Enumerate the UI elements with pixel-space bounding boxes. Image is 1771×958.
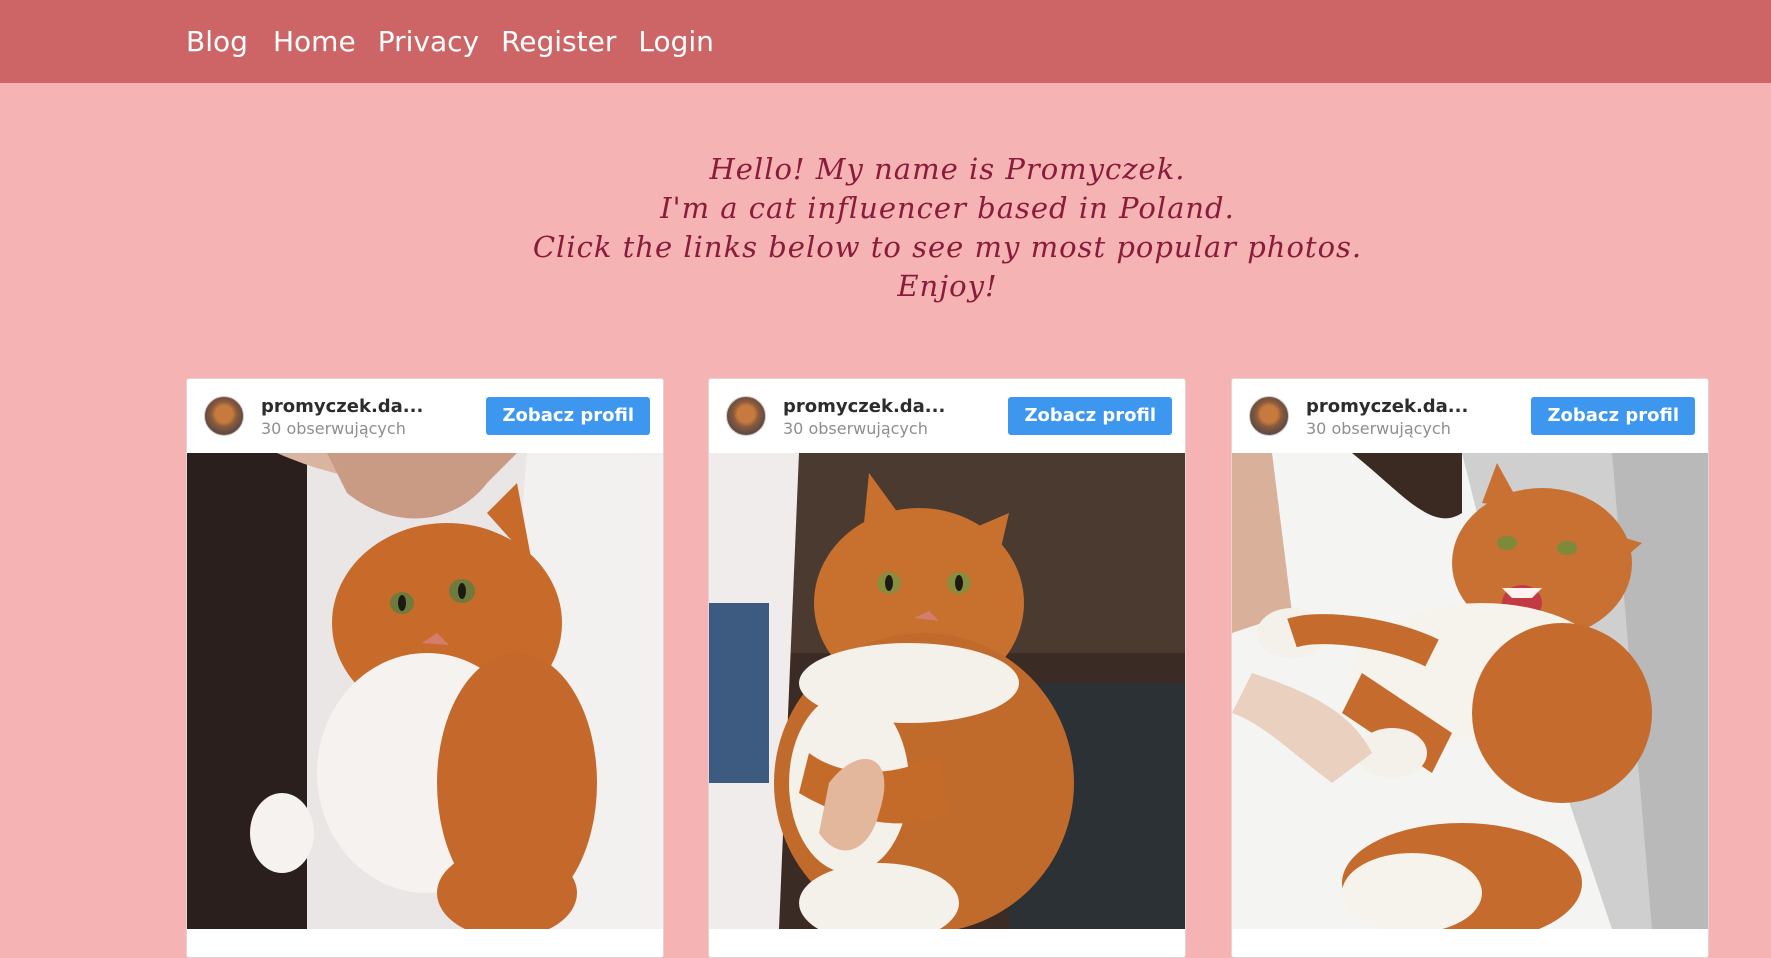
instagram-post-card-3: promyczek.da... 30 obserwujących Zobacz … <box>1231 378 1709 958</box>
follower-count: 30 obserwujących <box>261 419 406 438</box>
intro-line-3: Click the links below to see my most pop… <box>532 230 1363 264</box>
intro-line-1: Hello! My name is Promyczek. <box>709 152 1186 186</box>
nav-link-privacy[interactable]: Privacy <box>378 24 479 60</box>
post-header: promyczek.da... 30 obserwujących Zobacz … <box>709 379 1185 453</box>
intro-line-2: I'm a cat influencer based in Poland. <box>660 191 1235 225</box>
cat-photo-held-illustration <box>709 453 1185 929</box>
cat-photo-cuddle[interactable] <box>187 453 663 929</box>
account-name[interactable]: promyczek.da... <box>261 396 423 417</box>
intro-text: Hello! My name is Promyczek. I'm a cat i… <box>0 150 1771 306</box>
instagram-post-card-2: promyczek.da... 30 obserwujących Zobacz … <box>708 378 1186 958</box>
view-profile-button[interactable]: Zobacz profil <box>486 397 650 435</box>
nav-link-register[interactable]: Register <box>501 24 616 60</box>
post-header: promyczek.da... 30 obserwujących Zobacz … <box>1232 379 1708 453</box>
account-name[interactable]: promyczek.da... <box>783 396 945 417</box>
view-profile-button[interactable]: Zobacz profil <box>1008 397 1172 435</box>
post-header: promyczek.da... 30 obserwujących Zobacz … <box>187 379 663 453</box>
brand-link[interactable]: Blog <box>186 24 248 60</box>
cat-photo-cuddle-illustration <box>187 453 663 929</box>
instagram-post-card-1: promyczek.da... 30 obserwujących Zobacz … <box>186 378 664 958</box>
cat-photo-hissing[interactable] <box>1232 453 1708 929</box>
view-profile-button[interactable]: Zobacz profil <box>1531 397 1695 435</box>
top-navbar: Blog Home Privacy Register Login <box>0 0 1771 83</box>
nav-links: Home Privacy Register Login <box>273 24 714 60</box>
cat-photo-hissing-illustration <box>1232 453 1708 929</box>
account-name[interactable]: promyczek.da... <box>1306 396 1468 417</box>
profile-avatar[interactable] <box>204 396 244 436</box>
intro-line-4: Enjoy! <box>897 269 998 303</box>
nav-link-home[interactable]: Home <box>273 24 356 60</box>
profile-avatar[interactable] <box>1249 396 1289 436</box>
nav-link-login[interactable]: Login <box>638 24 714 60</box>
follower-count: 30 obserwujących <box>1306 419 1451 438</box>
cat-photo-held[interactable] <box>709 453 1185 929</box>
follower-count: 30 obserwujących <box>783 419 928 438</box>
profile-avatar[interactable] <box>726 396 766 436</box>
